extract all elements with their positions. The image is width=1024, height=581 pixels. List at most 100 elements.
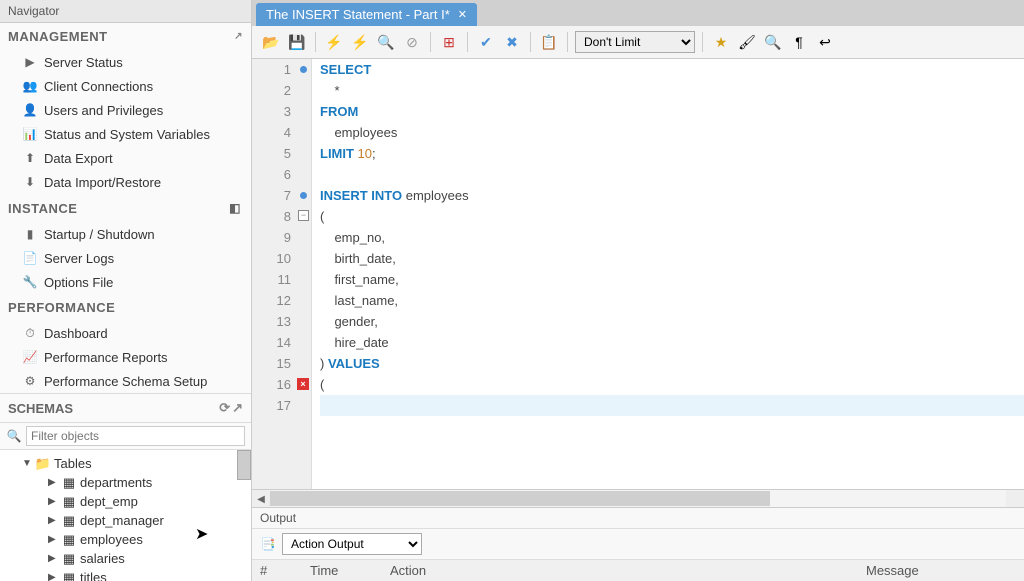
open-icon[interactable]: 📂: [260, 31, 282, 53]
line-number: 9: [252, 227, 311, 248]
code-line[interactable]: birth_date,: [320, 248, 1024, 269]
code-line[interactable]: hire_date: [320, 332, 1024, 353]
editor-toolbar: 📂 💾 ⚡ ⚡ 🔍 ⊘ ⊞ ✔ ✖ 📋 Don't Limit ★ 🖌 🔍 ¶ …: [252, 26, 1024, 59]
tree-table-item[interactable]: ▶▦salaries: [0, 549, 251, 568]
execute-icon[interactable]: ⚡: [323, 31, 345, 53]
table-icon: ▦: [61, 533, 77, 547]
code-area[interactable]: SELECT *FROM employeesLIMIT 10; INSERT IN…: [312, 59, 1024, 489]
instance-item[interactable]: ▮Startup / Shutdown: [0, 222, 251, 246]
performance-item[interactable]: ⏱Dashboard: [0, 321, 251, 345]
scroll-left-icon[interactable]: ◀: [252, 490, 270, 508]
expand-icon[interactable]: ↗: [234, 31, 243, 42]
code-line[interactable]: gender,: [320, 311, 1024, 332]
close-icon[interactable]: ✕: [458, 8, 467, 21]
scrollbar-thumb[interactable]: [237, 450, 251, 480]
tree-table-item[interactable]: ▶▦employees: [0, 530, 251, 549]
favorite-icon[interactable]: ★: [710, 31, 732, 53]
code-line[interactable]: LIMIT 10;: [320, 143, 1024, 164]
explain-icon[interactable]: 🔍: [375, 31, 397, 53]
code-line[interactable]: employees: [320, 122, 1024, 143]
chevron-down-icon[interactable]: ▼: [22, 458, 32, 469]
line-number: 10: [252, 248, 311, 269]
chevron-right-icon[interactable]: ▶: [48, 515, 58, 526]
navigator-panel: Navigator MANAGEMENT ↗ ▶Server Status👥Cl…: [0, 0, 252, 581]
management-item[interactable]: 📊Status and System Variables: [0, 122, 251, 146]
beautify-icon[interactable]: 🖌: [736, 31, 758, 53]
filter-input[interactable]: [26, 426, 245, 446]
table-icon: ▦: [61, 495, 77, 509]
line-number: 12: [252, 290, 311, 311]
code-editor[interactable]: 12345678−910111213141516×17 SELECT *FROM…: [252, 59, 1024, 489]
tree-table-item[interactable]: ▶▦dept_emp: [0, 492, 251, 511]
stop-icon[interactable]: ⊘: [401, 31, 423, 53]
toggle-icon[interactable]: ⊞: [438, 31, 460, 53]
line-number: 14: [252, 332, 311, 353]
management-item[interactable]: 👤Users and Privileges: [0, 98, 251, 122]
performance-item[interactable]: 📈Performance Reports: [0, 345, 251, 369]
wrap-icon[interactable]: ¶: [788, 31, 810, 53]
chevron-right-icon[interactable]: ▶: [48, 477, 58, 488]
item-icon: ⬇: [22, 174, 38, 190]
management-item[interactable]: ⬆Data Export: [0, 146, 251, 170]
code-line[interactable]: INSERT INTO employees: [320, 185, 1024, 206]
main-area: The INSERT Statement - Part I* ✕ 📂 💾 ⚡ ⚡…: [252, 0, 1024, 581]
chevron-right-icon[interactable]: ▶: [48, 553, 58, 564]
output-title: Output: [252, 508, 1024, 529]
code-line[interactable]: emp_no,: [320, 227, 1024, 248]
line-number: 2: [252, 80, 311, 101]
statement-marker-icon: [300, 66, 307, 73]
scrollbar-thumb[interactable]: [270, 491, 770, 506]
management-item[interactable]: 👥Client Connections: [0, 74, 251, 98]
code-line[interactable]: first_name,: [320, 269, 1024, 290]
line-number: 7: [252, 185, 311, 206]
output-mode-icon[interactable]: 📑: [260, 536, 276, 552]
code-line[interactable]: *: [320, 80, 1024, 101]
editor-tab[interactable]: The INSERT Statement - Part I* ✕: [256, 3, 477, 26]
find-icon[interactable]: 🔍: [762, 31, 784, 53]
rollback-icon[interactable]: ✖: [501, 31, 523, 53]
management-item[interactable]: ⬇Data Import/Restore: [0, 170, 251, 194]
snippet-icon[interactable]: ↩: [814, 31, 836, 53]
statement-marker-icon: [300, 192, 307, 199]
refresh-icon[interactable]: ⟳: [219, 400, 230, 416]
table-icon: ▦: [61, 476, 77, 490]
schema-tree[interactable]: ▼ 📁 Tables ▶▦departments▶▦dept_emp▶▦dept…: [0, 450, 251, 581]
tree-tables[interactable]: ▼ 📁 Tables: [0, 454, 251, 473]
output-toolbar: 📑 Action Output: [252, 529, 1024, 560]
output-select[interactable]: Action Output: [282, 533, 422, 555]
code-line[interactable]: (: [320, 374, 1024, 395]
tree-table-item[interactable]: ▶▦titles: [0, 568, 251, 581]
autocommit-icon[interactable]: 📋: [538, 31, 560, 53]
code-line[interactable]: (: [320, 206, 1024, 227]
table-icon: ▦: [61, 552, 77, 566]
code-line[interactable]: ) VALUES: [320, 353, 1024, 374]
line-number: 6: [252, 164, 311, 185]
chevron-right-icon[interactable]: ▶: [48, 496, 58, 507]
table-icon: ▦: [61, 571, 77, 581]
instance-item[interactable]: 🔧Options File: [0, 270, 251, 294]
item-icon: ⏱: [22, 325, 38, 341]
save-icon[interactable]: 💾: [286, 31, 308, 53]
limit-select[interactable]: Don't Limit: [575, 31, 695, 53]
commit-icon[interactable]: ✔: [475, 31, 497, 53]
expand-icon[interactable]: ↗: [232, 400, 243, 416]
tree-table-item[interactable]: ▶▦dept_manager: [0, 511, 251, 530]
code-line[interactable]: [320, 395, 1024, 416]
performance-item[interactable]: ⚙Performance Schema Setup: [0, 369, 251, 393]
chevron-right-icon[interactable]: ▶: [48, 534, 58, 545]
horizontal-scrollbar[interactable]: ◀: [252, 489, 1024, 507]
line-number: 1: [252, 59, 311, 80]
fold-icon[interactable]: −: [298, 210, 309, 221]
management-item[interactable]: ▶Server Status: [0, 50, 251, 74]
item-icon: 🔧: [22, 274, 38, 290]
item-icon: 📊: [22, 126, 38, 142]
code-line[interactable]: [320, 164, 1024, 185]
code-line[interactable]: SELECT: [320, 59, 1024, 80]
tree-table-item[interactable]: ▶▦departments: [0, 473, 251, 492]
execute-current-icon[interactable]: ⚡: [349, 31, 371, 53]
line-number: 15: [252, 353, 311, 374]
code-line[interactable]: last_name,: [320, 290, 1024, 311]
chevron-right-icon[interactable]: ▶: [48, 572, 58, 581]
instance-item[interactable]: 📄Server Logs: [0, 246, 251, 270]
code-line[interactable]: FROM: [320, 101, 1024, 122]
